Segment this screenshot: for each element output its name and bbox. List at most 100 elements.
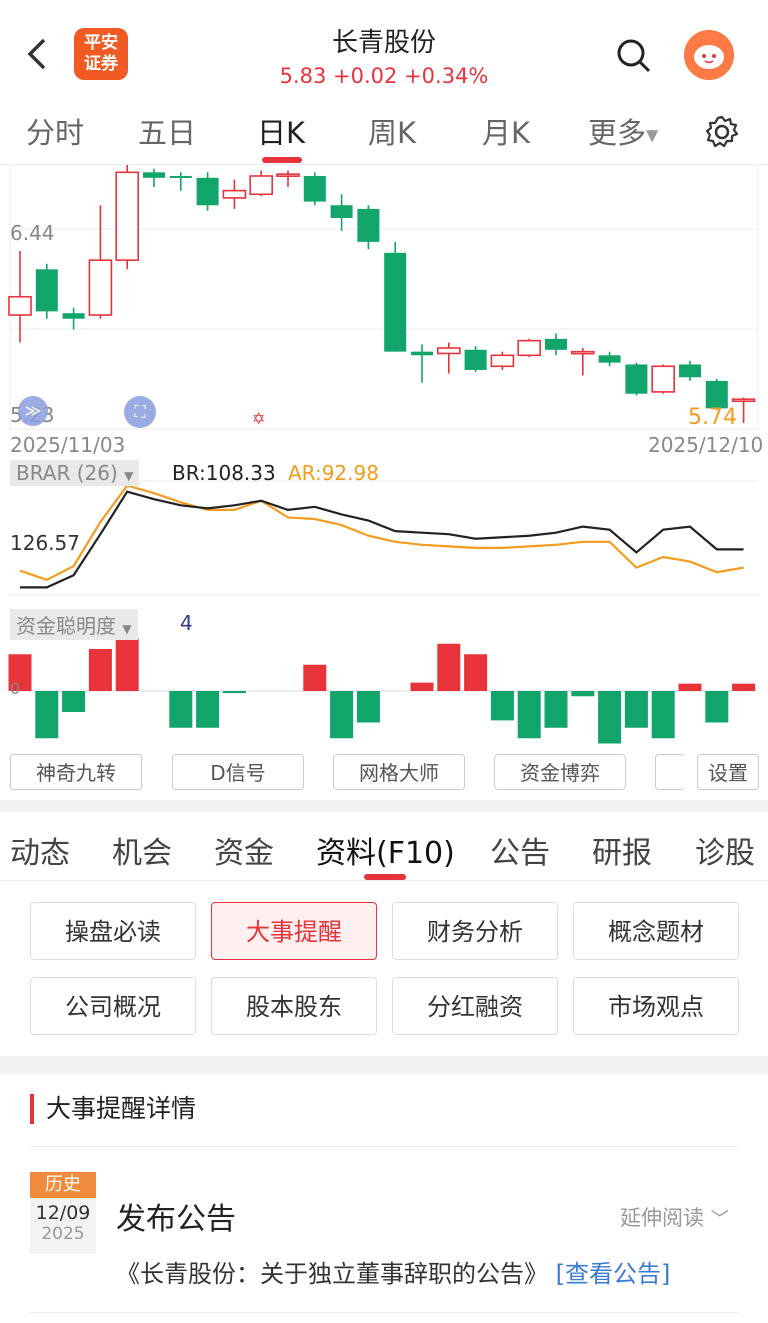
candle-body xyxy=(490,354,515,368)
scroll-left-icon[interactable]: ≫ xyxy=(18,396,48,426)
period-tabs: 分时 五日 日K 周K 月K 更多▼ xyxy=(0,100,768,165)
must-read-button[interactable]: 操盘必读 xyxy=(30,902,196,960)
d-signal-button[interactable]: D信号 xyxy=(172,754,304,790)
fund-bar xyxy=(330,691,354,739)
fund-game-button[interactable]: 资金博弈 xyxy=(494,754,626,790)
candle-body xyxy=(249,175,273,196)
candle-body xyxy=(303,175,326,202)
tab-opportunity[interactable]: 机会 xyxy=(112,828,172,872)
end-date: 2025/12/10 xyxy=(648,433,764,457)
fund-indicator-select[interactable]: 资金聪明度 ▼ xyxy=(10,609,138,640)
event-date-box: 12/09 2025 xyxy=(30,1198,96,1254)
candle-body xyxy=(88,259,113,316)
candle-body xyxy=(8,295,32,316)
tab-weekly-k[interactable]: 周K xyxy=(368,110,416,152)
candle-body xyxy=(731,398,756,403)
fund-bar xyxy=(88,649,112,691)
event-description: 《长青股份：关于独立董事辞职的公告》 [查看公告] xyxy=(116,1254,670,1289)
ar-line xyxy=(19,484,744,581)
market-views-button[interactable]: 市场观点 xyxy=(573,977,739,1035)
brar-indicator-select[interactable]: BRAR (26) ▼ xyxy=(10,460,140,486)
settings-button[interactable]: 设置 xyxy=(697,754,759,790)
gear-icon[interactable] xyxy=(704,114,740,150)
event-text: 《长青股份：关于独立董事辞职的公告》 xyxy=(116,1260,548,1288)
fund-bar xyxy=(651,691,675,739)
candle-body xyxy=(169,175,192,178)
view-announcement-link[interactable]: [查看公告] xyxy=(556,1260,671,1288)
caret-down-icon: ▼ xyxy=(122,622,132,636)
fund-bar xyxy=(544,691,568,728)
tab-diagnosis[interactable]: 诊股 xyxy=(695,828,755,872)
brar-axis-label: 126.57 xyxy=(10,531,80,555)
partial-button[interactable] xyxy=(655,754,685,790)
fund-bar xyxy=(437,643,461,691)
fund-label: 资金聪明度 xyxy=(16,614,116,638)
candle-body xyxy=(651,365,676,393)
candle-body xyxy=(196,177,219,206)
tab-dynamics[interactable]: 动态 xyxy=(10,828,70,872)
assistant-avatar-icon[interactable] xyxy=(684,30,734,80)
br-value: BR:108.33 xyxy=(172,461,276,485)
candle-body xyxy=(330,205,353,219)
fullscreen-icon[interactable]: ⛶ xyxy=(124,396,156,428)
shareholders-button[interactable]: 股本股东 xyxy=(211,977,377,1035)
tab-research[interactable]: 研报 xyxy=(592,828,652,872)
candle-body xyxy=(625,364,648,394)
event-marker-icon[interactable]: ✡ xyxy=(252,409,265,428)
candle-body xyxy=(384,252,407,352)
tab-five-day[interactable]: 五日 xyxy=(138,110,196,152)
tab-funds[interactable]: 资金 xyxy=(214,828,274,872)
candle-body xyxy=(276,173,300,177)
financial-analysis-button[interactable]: 财务分析 xyxy=(392,902,558,960)
tab-f10[interactable]: 资料(F10) xyxy=(316,828,455,872)
broker-logo: 平安 证券 xyxy=(74,28,128,80)
candle-body xyxy=(545,338,567,350)
tab-minute[interactable]: 分时 xyxy=(26,110,84,152)
magic-nine-button[interactable]: 神奇九转 xyxy=(10,754,142,790)
fund-bar xyxy=(598,691,622,744)
candle-body xyxy=(464,349,487,370)
candle-body xyxy=(357,208,380,242)
candle-body xyxy=(115,171,139,261)
candle-body xyxy=(570,350,595,355)
fund-bar xyxy=(115,638,139,691)
fund-bar xyxy=(464,654,488,691)
company-profile-button[interactable]: 公司概况 xyxy=(30,977,196,1035)
last-price-label: 5.74 xyxy=(688,405,737,430)
candle-body xyxy=(517,339,542,357)
chart-area: 6.44 5.23 ≫ ⛶ ✡ 5.74 2025/11/03 2025/12/… xyxy=(0,165,768,795)
candle-body xyxy=(62,313,85,319)
tab-announcements[interactable]: 公告 xyxy=(490,828,550,872)
price-axis-label-high: 6.44 xyxy=(10,221,55,245)
logo-text-line2: 证券 xyxy=(84,54,118,74)
chevron-down-icon: ﹀ xyxy=(710,1209,729,1230)
grid-master-button[interactable]: 网格大师 xyxy=(333,754,465,790)
fund-bar xyxy=(410,682,434,691)
ar-value: AR:92.98 xyxy=(288,461,379,485)
back-icon[interactable] xyxy=(22,34,58,74)
divider xyxy=(30,1312,738,1313)
section-divider xyxy=(0,1056,768,1074)
logo-text-line1: 平安 xyxy=(84,33,118,53)
fund-bar xyxy=(705,691,729,723)
fund-bar xyxy=(624,691,648,728)
major-events-button[interactable]: 大事提醒 xyxy=(211,902,377,960)
fund-axis-label: 0 xyxy=(10,679,21,698)
candle-body xyxy=(411,351,433,356)
candle-body xyxy=(436,347,461,355)
fund-bar xyxy=(35,691,59,739)
candle-body xyxy=(35,269,58,312)
tab-monthly-k[interactable]: 月K xyxy=(482,110,530,152)
divider xyxy=(0,880,768,881)
search-icon[interactable] xyxy=(616,38,652,74)
candle-body xyxy=(598,355,621,363)
candle-body xyxy=(222,189,247,199)
tab-daily-k[interactable]: 日K xyxy=(257,110,305,152)
concept-theme-button[interactable]: 概念题材 xyxy=(573,902,739,960)
caret-down-icon: ▼ xyxy=(124,469,134,483)
stock-title: 长青股份 xyxy=(331,28,436,58)
tab-more[interactable]: 更多▼ xyxy=(588,110,658,152)
fund-bar xyxy=(222,691,246,694)
dividend-financing-button[interactable]: 分红融资 xyxy=(392,977,558,1035)
extend-reading-button[interactable]: 延伸阅读 ﹀ xyxy=(620,1202,729,1232)
